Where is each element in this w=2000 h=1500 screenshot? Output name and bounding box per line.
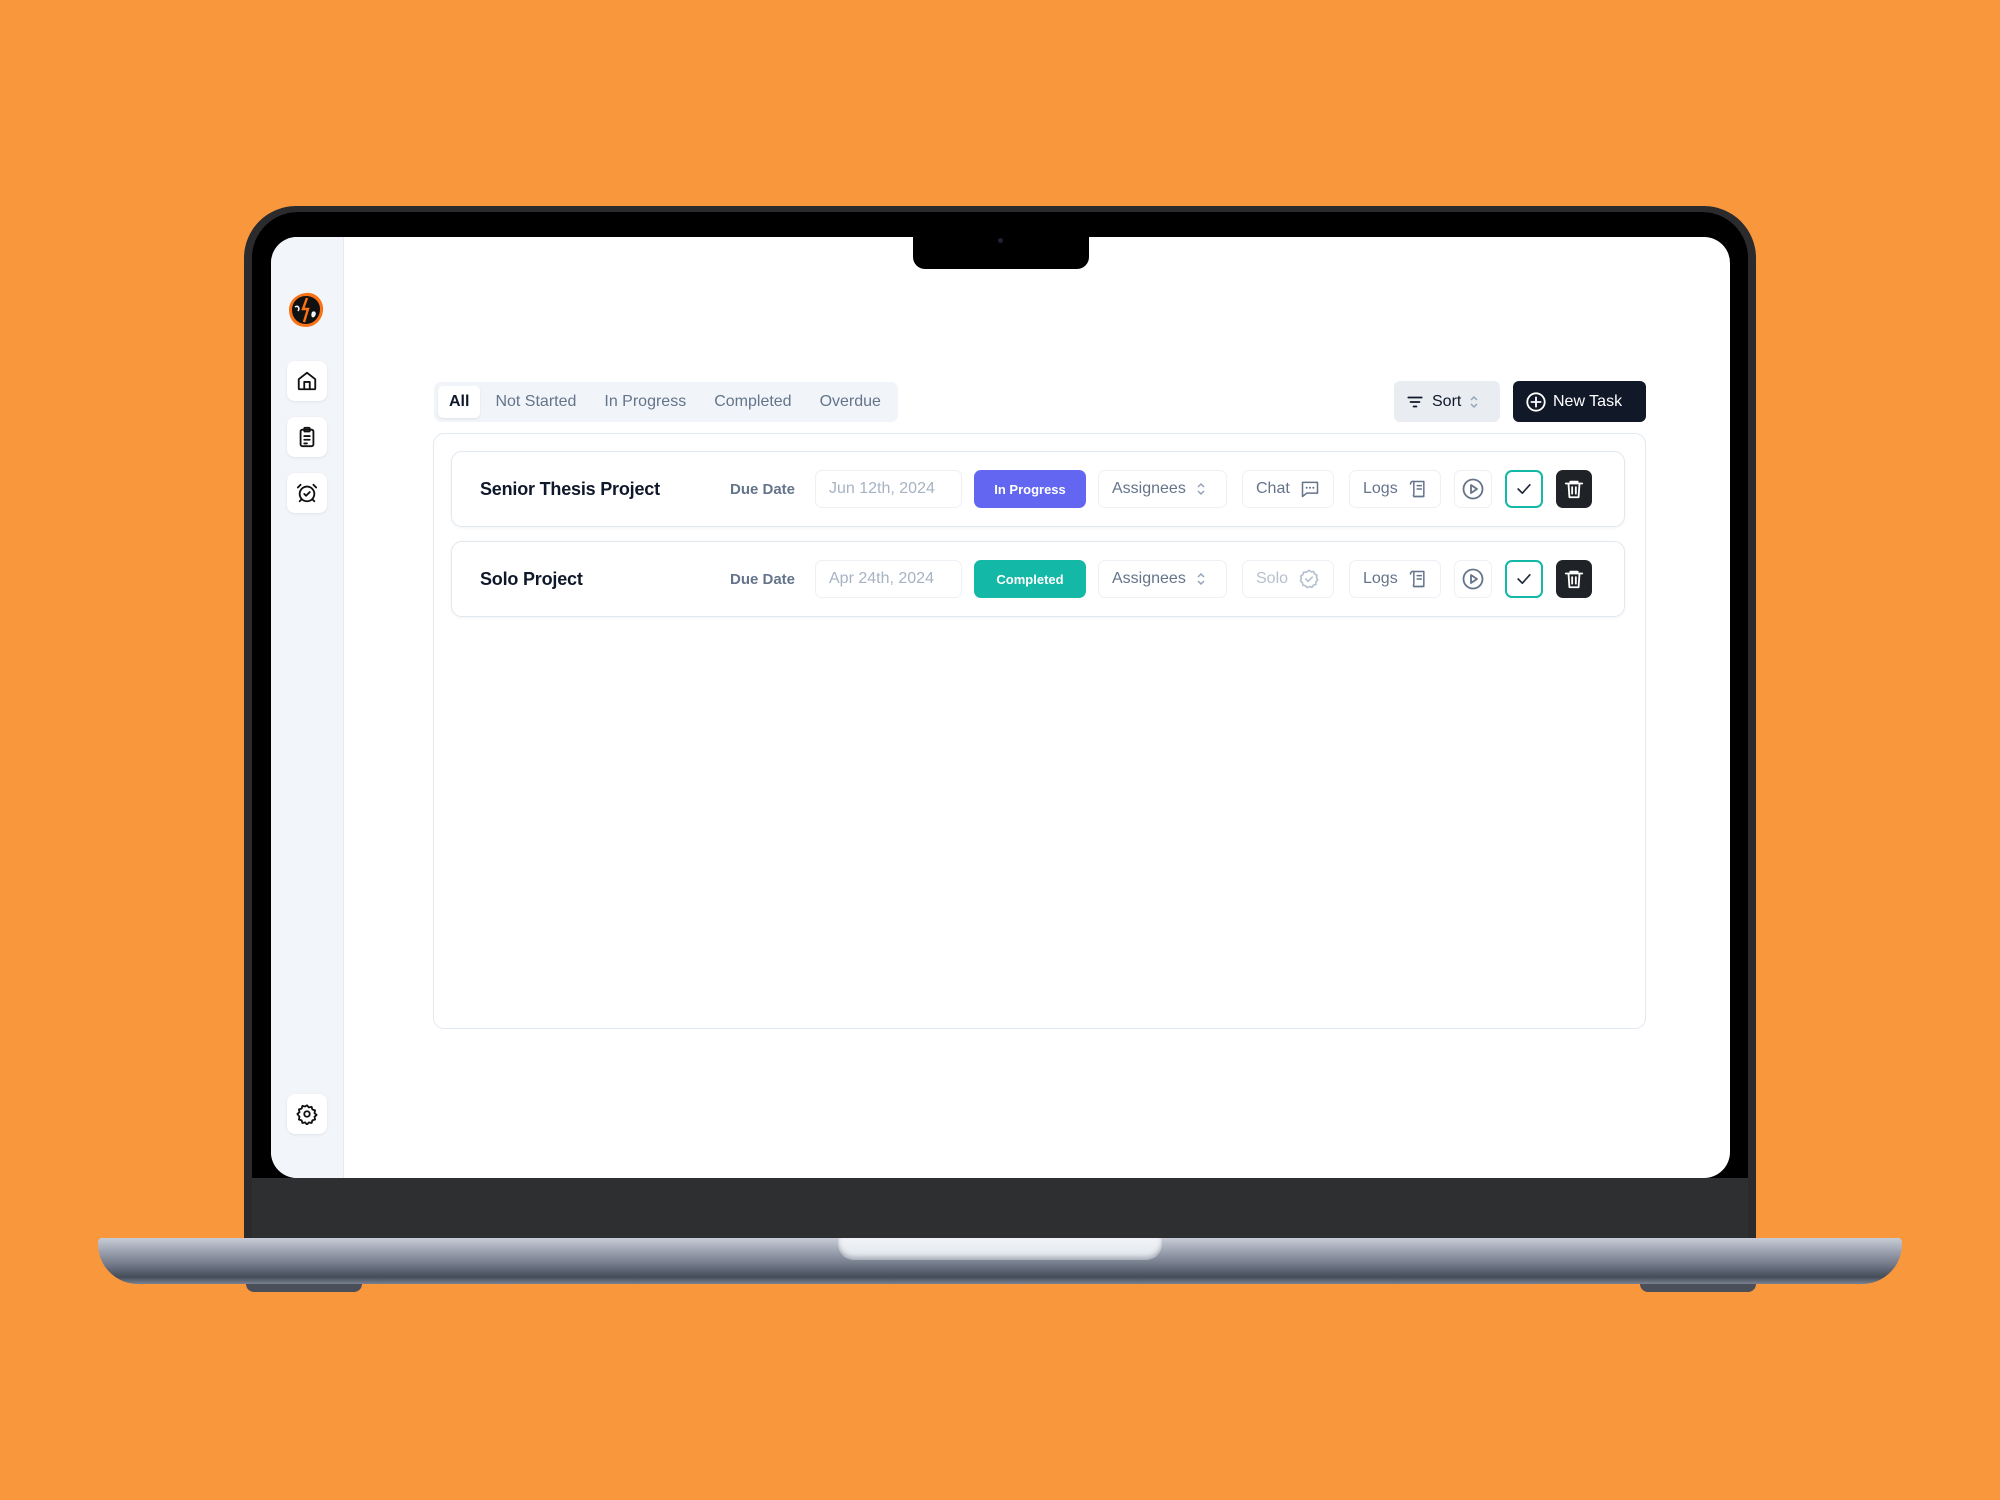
task-row: Solo Project Due Date Apr 24th, 2024 Com… [451,541,1625,617]
due-date-picker[interactable]: Jun 12th, 2024 [815,470,962,508]
check-icon [1517,574,1531,584]
logs-label: Logs [1363,570,1398,587]
task-title: Senior Thesis Project [480,478,660,499]
sort-label: Sort [1432,392,1462,410]
badge-check-icon [1299,569,1319,589]
chat-button[interactable]: Chat [1242,470,1334,508]
due-date-value: Jun 12th, 2024 [829,480,935,497]
start-timer-button[interactable] [1454,560,1492,598]
app-logo[interactable] [286,290,326,330]
laptop-opening-notch [838,1238,1162,1260]
start-timer-button[interactable] [1454,470,1492,508]
new-task-label: New Task [1553,392,1623,410]
camera-notch [913,224,1089,269]
assignees-label: Assignees [1112,480,1186,497]
mark-complete-button[interactable] [1505,470,1543,508]
chevrons-up-down-icon [1197,482,1205,496]
laptop-foot-right [1640,1284,1756,1292]
task-title: Solo Project [480,568,583,589]
chat-label: Chat [1256,480,1290,497]
status-badge[interactable]: In Progress [974,470,1086,508]
sidebar-item-settings[interactable] [287,1094,327,1134]
tab-overdue[interactable]: Overdue [807,386,894,418]
due-date-label: Due Date [730,480,796,498]
tab-not-started[interactable]: Not Started [482,386,589,418]
home-icon [297,371,317,391]
tab-all[interactable]: All [438,386,481,418]
due-date-label: Due Date [730,570,796,588]
tab-completed[interactable]: Completed [701,386,804,418]
sidebar-item-tasks[interactable] [287,417,327,457]
new-task-button[interactable]: New Task [1513,381,1646,422]
check-icon [1517,484,1531,494]
plus-circle-icon [1526,391,1546,412]
filter-lines-icon [1407,396,1423,407]
mark-complete-button[interactable] [1505,560,1543,598]
message-square-icon [1301,481,1319,498]
status-label: Completed [996,571,1064,587]
sidebar [271,237,344,1178]
logs-label: Logs [1363,480,1398,497]
trash-icon [1564,480,1584,499]
assignees-label: Assignees [1112,570,1186,587]
chevrons-up-down-icon [1470,395,1478,408]
play-circle-icon [1462,568,1484,590]
due-date-value: Apr 24th, 2024 [829,570,934,587]
solo-label: Solo [1256,570,1289,587]
alarm-clock-check-icon [296,483,318,503]
solo-indicator: Solo [1242,560,1334,598]
status-label: In Progress [994,481,1066,497]
camera-lens [998,238,1003,243]
scroll-text-icon [1409,480,1425,498]
clipboard-list-icon [299,426,315,448]
status-badge[interactable]: Completed [974,560,1086,598]
task-list-panel: Senior Thesis Project Due Date Jun 12th,… [433,433,1646,1029]
assignees-select[interactable]: Assignees [1098,560,1227,598]
gear-icon [296,1104,318,1125]
sort-button[interactable]: Sort [1394,381,1500,422]
delete-task-button[interactable] [1556,560,1592,598]
scroll-text-icon [1409,570,1425,588]
due-date-picker[interactable]: Apr 24th, 2024 [815,560,962,598]
status-filter-tabs: All Not Started In Progress Completed Ov… [434,382,898,422]
laptop-foot-left [246,1284,362,1292]
logs-button[interactable]: Logs [1349,560,1441,598]
play-circle-icon [1462,478,1484,500]
delete-task-button[interactable] [1556,470,1592,508]
logs-button[interactable]: Logs [1349,470,1441,508]
app-screen: All Not Started In Progress Completed Ov… [271,237,1730,1178]
laptop-chin [252,1178,1748,1242]
task-row: Senior Thesis Project Due Date Jun 12th,… [451,451,1625,527]
tab-in-progress[interactable]: In Progress [591,386,699,418]
sidebar-item-reminders[interactable] [287,473,327,513]
trash-icon [1564,570,1584,589]
chevrons-up-down-icon [1197,572,1205,586]
sidebar-item-home[interactable] [287,361,327,401]
assignees-select[interactable]: Assignees [1098,470,1227,508]
